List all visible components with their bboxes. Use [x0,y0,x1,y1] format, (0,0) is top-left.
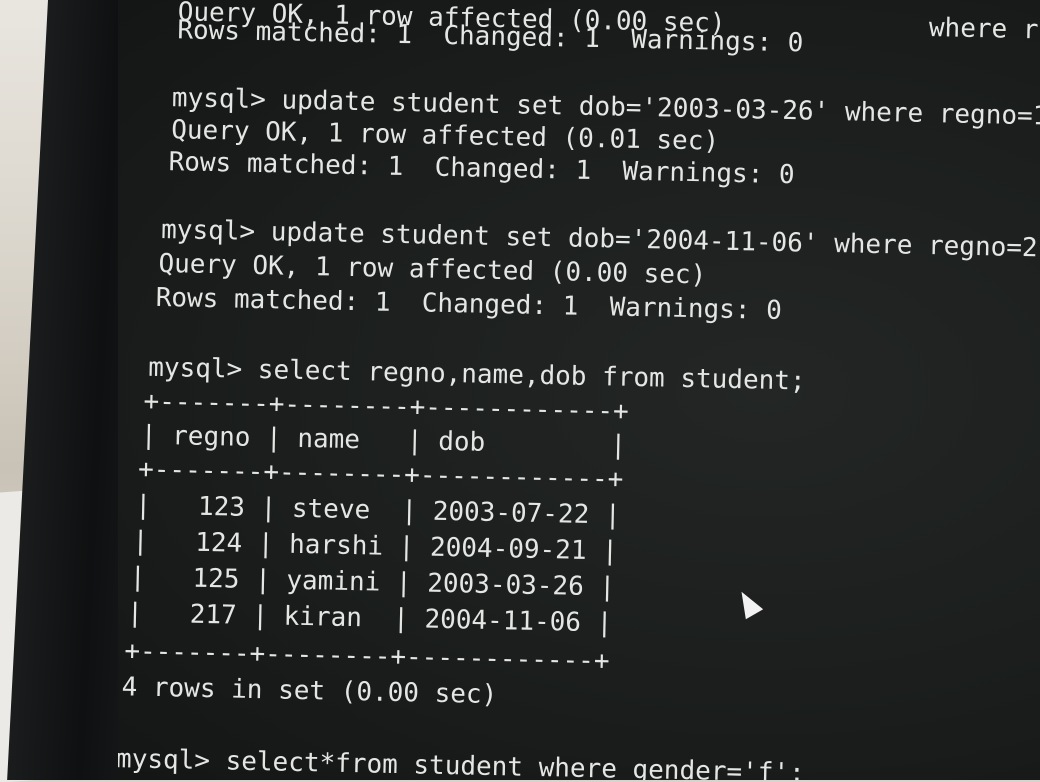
terminal-window[interactable]: Query OK, 1 row affected (0.00 sec) wher… [118,0,1040,780]
row-count-status: 4 rows in set (0.00 sec) [121,672,498,711]
terminal-output[interactable]: Query OK, 1 row affected (0.00 sec) wher… [118,0,1040,780]
terminal-prompt[interactable]: mysql> select*from student where gender=… [118,742,805,780]
